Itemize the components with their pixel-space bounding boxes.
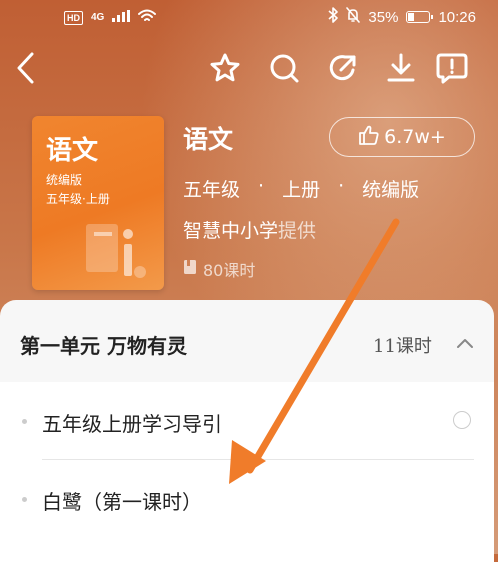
list-item[interactable]: 五年级上册学习导引 [0,382,494,460]
wifi-icon [138,9,157,26]
back-icon[interactable] [8,48,44,88]
search-icon[interactable] [266,48,302,88]
book-meta: 五年级 · 上册 · 统编版 [183,175,419,202]
bullet-dot [22,419,27,424]
share-icon[interactable] [325,48,361,88]
list-item[interactable]: 白鹭（第一课时） [0,460,494,538]
star-icon[interactable] [207,48,243,88]
book-title: 语文 [183,125,234,154]
status-right: 35% 10:26 [328,7,476,27]
bluetooth-icon [328,7,339,27]
progress-circle-icon [453,411,471,429]
battery-icon [406,11,434,23]
network-type: 4G [91,12,105,23]
battery-percent: 35% [368,8,399,26]
cover-illustration [86,224,146,278]
unit-title: 第一单元 万物有灵 [20,334,187,358]
book-cover: 语文 统编版 五年级·上册 [32,116,164,290]
download-icon[interactable] [383,48,419,88]
lesson-list: 五年级上册学习导引 白鹭（第一课时） [0,382,494,562]
cover-edition: 统编版 [46,173,83,187]
book-icon [183,259,197,279]
term-text: 上册 [282,179,321,201]
like-count: 6.7w+ [384,126,446,148]
report-icon[interactable] [434,48,470,88]
lesson-label: 五年级上册学习导引 [42,412,222,436]
unit-lesson-count: 11课时 [373,336,432,357]
signal-icon [112,10,131,25]
provider-line: 智慧中小学提供 [183,216,316,243]
bullet-dot [22,497,27,502]
edition-text: 统编版 [362,179,420,201]
thumbs-up-icon [358,124,380,151]
provider-suffix: 提供 [278,220,317,242]
chapter-panel: 第一单元 万物有灵 11课时 五年级上册学习导引 白鹭（第一课时） [0,300,494,562]
cover-title: 语文 [46,136,99,166]
like-button[interactable]: 6.7w+ [329,117,475,157]
chevron-up-icon[interactable] [456,334,474,353]
unit-header[interactable]: 第一单元 万物有灵 11课时 [0,300,494,382]
meta-separator: · [258,175,265,197]
provider-name: 智慧中小学 [183,220,279,242]
battery-fill [408,13,415,21]
mute-bell-icon [346,7,361,27]
hd-badge: HD [64,10,83,25]
cover-grade: 五年级·上册 [46,192,110,206]
lesson-label: 白鹭（第一课时） [42,490,202,514]
clock: 10:26 [438,8,476,26]
top-nav [0,48,498,92]
lesson-total: 80课时 [183,257,255,281]
status-left: HD 4G [64,9,157,26]
status-bar: HD 4G 35% 10:26 [0,0,498,34]
grade-text: 五年级 [183,179,241,201]
lesson-total-text: 80课时 [203,261,256,280]
meta-separator: · [338,175,345,197]
